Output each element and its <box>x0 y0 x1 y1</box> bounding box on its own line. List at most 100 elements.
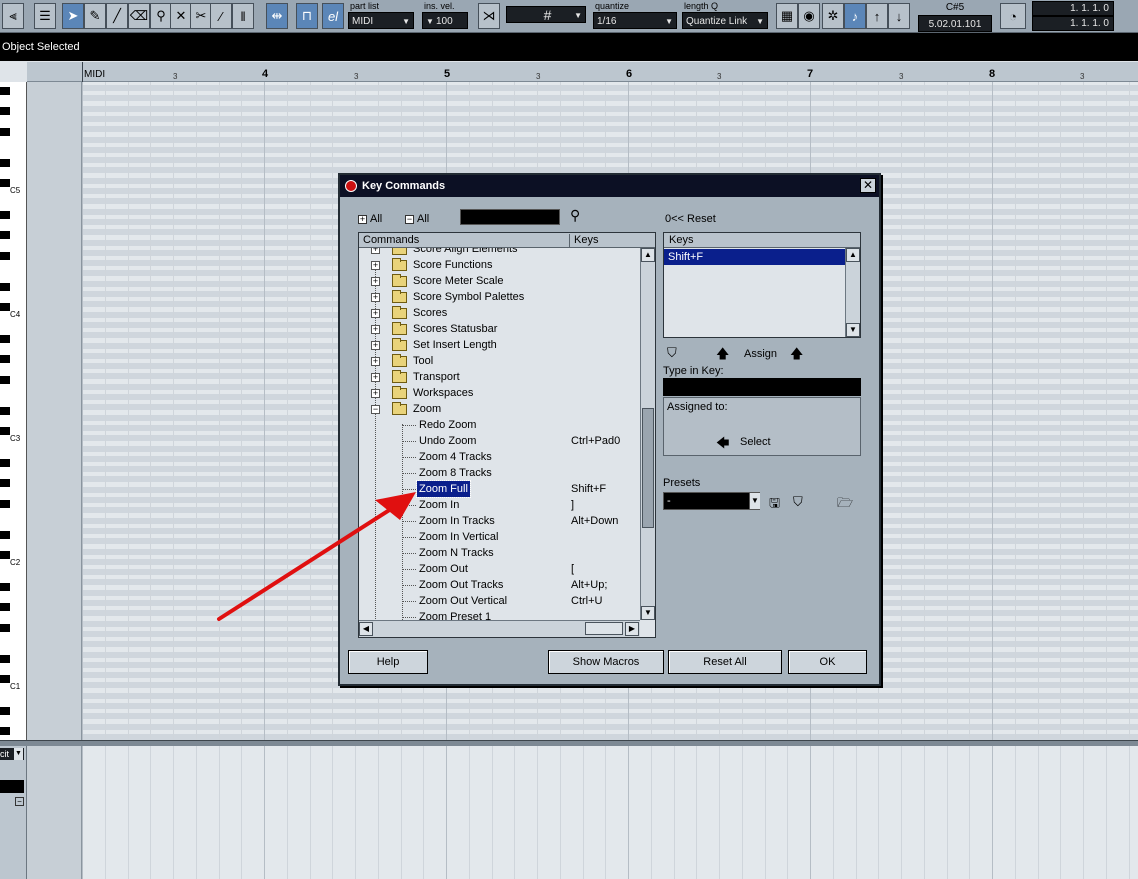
close-button[interactable]: ✕ <box>860 178 876 193</box>
zoom-tool[interactable]: ⚲ <box>150 3 172 29</box>
controller-lane[interactable]: cit ▼ − <box>0 746 1138 879</box>
assign-button[interactable]: Assign <box>744 348 777 360</box>
midi-icon[interactable]: ◉ <box>798 3 820 29</box>
note-icon[interactable]: ♪ <box>844 3 866 29</box>
expand-icon[interactable]: + <box>371 309 380 318</box>
line-tool[interactable]: ╱ <box>106 3 128 29</box>
expand-all-button[interactable]: + All <box>358 213 382 225</box>
command-row[interactable]: Zoom Full Shift+F <box>359 480 639 498</box>
ok-button[interactable]: OK <box>788 650 867 674</box>
search-input[interactable] <box>460 209 560 225</box>
expand-icon[interactable]: + <box>371 341 380 350</box>
folder-row[interactable]: + Tool <box>359 353 639 369</box>
chevron-down-icon[interactable]: ▼ <box>749 493 760 509</box>
black-key[interactable] <box>0 251 10 260</box>
reset-all-button[interactable]: Reset All <box>668 650 782 674</box>
black-key[interactable] <box>0 551 10 560</box>
search-icon[interactable]: ⚲ <box>570 207 580 224</box>
expand-icon[interactable]: + <box>371 373 380 382</box>
black-key[interactable] <box>0 479 10 488</box>
black-key[interactable] <box>0 231 10 240</box>
edit-solo-button[interactable]: ⊓ <box>296 3 318 29</box>
black-key[interactable] <box>0 427 10 436</box>
step-input-button[interactable]: ⋊ <box>478 3 500 29</box>
folder-row[interactable]: − Zoom <box>359 401 639 417</box>
expand-icon[interactable]: + <box>371 261 380 270</box>
expand-icon[interactable]: + <box>371 277 380 286</box>
scroll-up-icon[interactable]: ▲ <box>641 248 655 262</box>
command-row[interactable]: Redo Zoom <box>359 417 639 433</box>
collapse-icon[interactable]: − <box>371 405 380 414</box>
type-in-key-field[interactable] <box>663 378 861 396</box>
command-row[interactable]: Zoom 4 Tracks <box>359 449 639 465</box>
command-row[interactable]: Zoom In Tracks Alt+Down <box>359 513 639 529</box>
black-key[interactable] <box>0 86 10 95</box>
ruler[interactable]: MIDI 3 4 3 5 3 6 3 7 3 8 3 <box>82 62 1138 82</box>
object-selection-tool[interactable]: ➤ <box>62 3 84 29</box>
drumstick-tool[interactable]: ‖ <box>232 3 254 29</box>
speaker-icon[interactable]: ◔ <box>1000 3 1026 29</box>
ins-vel-field[interactable]: ins. vel. ▼ 100 <box>422 1 468 32</box>
autoscroll-button[interactable]: ⇹ <box>266 3 288 29</box>
expand-icon[interactable]: + <box>371 389 380 398</box>
expand-icon[interactable]: + <box>371 325 380 334</box>
expand-icon[interactable]: + <box>371 293 380 302</box>
erase-tool[interactable]: ⌫ <box>128 3 150 29</box>
color-icon[interactable]: ▦ <box>776 3 798 29</box>
folder-row[interactable]: + Score Functions <box>359 257 639 273</box>
scroll-down-icon[interactable]: ▼ <box>846 323 860 337</box>
scroll-thumb[interactable] <box>585 622 623 635</box>
black-key[interactable] <box>0 282 10 291</box>
folder-row[interactable]: + Score Meter Scale <box>359 273 639 289</box>
command-row[interactable]: Zoom 8 Tracks <box>359 465 639 481</box>
command-row[interactable]: Undo Zoom Ctrl+Pad0 <box>359 433 639 449</box>
delete-preset-icon[interactable]: ⛉ <box>793 494 803 510</box>
command-row[interactable]: Zoom In Vertical <box>359 529 639 545</box>
help-button[interactable]: Help <box>348 650 428 674</box>
scroll-left-icon[interactable]: ◀ <box>359 622 373 636</box>
part-list-field[interactable]: part list MIDI ▼ <box>348 1 414 32</box>
reset-button[interactable]: 0<< Reset <box>665 213 716 225</box>
folder-row[interactable]: + Transport <box>359 369 639 385</box>
open-folder-icon[interactable]: 🗁 <box>837 494 853 516</box>
folder-row[interactable]: + Workspaces <box>359 385 639 401</box>
keys-vscrollbar[interactable]: ▲ ▼ <box>845 248 860 337</box>
black-key[interactable] <box>0 179 10 188</box>
glue-tool[interactable]: ∕ <box>210 3 232 29</box>
up-arrow-icon[interactable]: ↑ <box>866 3 888 29</box>
quantize-field[interactable]: quantize 1/16 ▼ <box>593 1 677 32</box>
commands-hscrollbar[interactable]: ◀ ▶ <box>359 620 640 637</box>
folder-row[interactable]: + Score Symbol Palettes <box>359 289 639 305</box>
scroll-thumb[interactable] <box>642 408 654 528</box>
commands-vscrollbar[interactable]: ▲ ▼ <box>640 248 655 620</box>
expand-icon[interactable]: + <box>371 357 380 366</box>
command-row[interactable]: Zoom Preset 1 <box>359 609 639 620</box>
collapse-icon[interactable]: − <box>15 797 24 806</box>
delete-key-icon[interactable]: ⛉ <box>667 345 677 361</box>
command-row[interactable]: Zoom Out [ <box>359 561 639 577</box>
black-key[interactable] <box>0 210 10 219</box>
dialog-title-bar[interactable]: Key Commands <box>340 175 879 197</box>
black-key[interactable] <box>0 582 10 591</box>
scroll-right-icon[interactable]: ▶ <box>625 622 639 636</box>
black-key[interactable] <box>0 355 10 364</box>
black-key[interactable] <box>0 303 10 312</box>
command-row[interactable]: Zoom In] <box>359 497 639 513</box>
black-key[interactable] <box>0 623 10 632</box>
length-quantize-field[interactable]: length Q Quantize Link ▼ <box>682 1 768 32</box>
black-key[interactable] <box>0 675 10 684</box>
black-key[interactable] <box>0 499 10 508</box>
mute-tool[interactable]: ✕ <box>170 3 192 29</box>
black-key[interactable] <box>0 406 10 415</box>
folder-row[interactable]: + Scores Statusbar <box>359 321 639 337</box>
show-macros-button[interactable]: Show Macros <box>548 650 664 674</box>
constrain-delay-icon[interactable]: ⫷ <box>2 3 24 29</box>
command-row[interactable]: Zoom Out Vertical <box>359 593 639 609</box>
controller-select[interactable]: cit ▼ <box>0 748 24 760</box>
black-key[interactable] <box>0 654 10 663</box>
black-key[interactable] <box>0 603 10 612</box>
folder-row[interactable]: + Score Align Elements <box>359 248 639 257</box>
scroll-down-icon[interactable]: ▼ <box>641 606 655 620</box>
black-key[interactable] <box>0 530 10 539</box>
select-button[interactable]: Select <box>740 436 771 448</box>
